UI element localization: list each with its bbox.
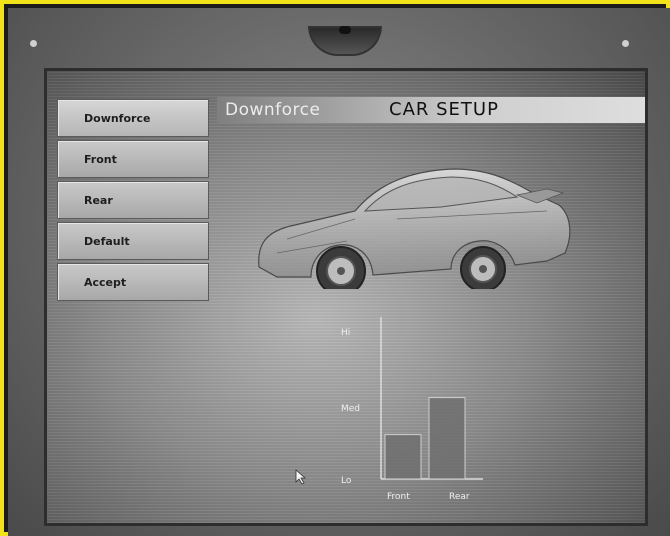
chart-bars bbox=[384, 397, 466, 480]
screw-left bbox=[30, 40, 37, 47]
x-tick-front: Front bbox=[387, 492, 410, 502]
menu-button-default[interactable]: Default bbox=[57, 222, 209, 260]
menu-button-rear[interactable]: Rear bbox=[57, 181, 209, 219]
monitor-bezel: Downforce Front Rear Default Accept Down… bbox=[8, 8, 670, 536]
section-title: Downforce bbox=[225, 100, 321, 120]
screen-header: Downforce CAR SETUP bbox=[217, 97, 645, 123]
menu-button-downforce[interactable]: Downforce bbox=[57, 99, 209, 137]
bar-rear bbox=[428, 397, 466, 480]
y-tick-lo: Lo bbox=[341, 476, 352, 486]
x-tick-rear: Rear bbox=[449, 492, 470, 502]
game-screen: Downforce Front Rear Default Accept Down… bbox=[44, 68, 648, 526]
screw-right bbox=[622, 40, 629, 47]
menu-button-front[interactable]: Front bbox=[57, 140, 209, 178]
bezel-notch bbox=[308, 26, 382, 56]
setup-menu: Downforce Front Rear Default Accept bbox=[57, 99, 209, 304]
y-tick-med: Med bbox=[341, 404, 360, 414]
bar-front bbox=[384, 434, 422, 480]
page-title: CAR SETUP bbox=[389, 99, 499, 120]
notch-sensor bbox=[339, 26, 351, 34]
downforce-chart: Hi Med Lo Front Rear bbox=[341, 317, 483, 502]
menu-button-accept[interactable]: Accept bbox=[57, 263, 209, 301]
mouse-cursor-icon bbox=[295, 469, 307, 485]
car-wireframe-image bbox=[258, 168, 571, 289]
y-tick-hi: Hi bbox=[341, 328, 350, 338]
monitor-frame: Downforce Front Rear Default Accept Down… bbox=[0, 0, 670, 536]
